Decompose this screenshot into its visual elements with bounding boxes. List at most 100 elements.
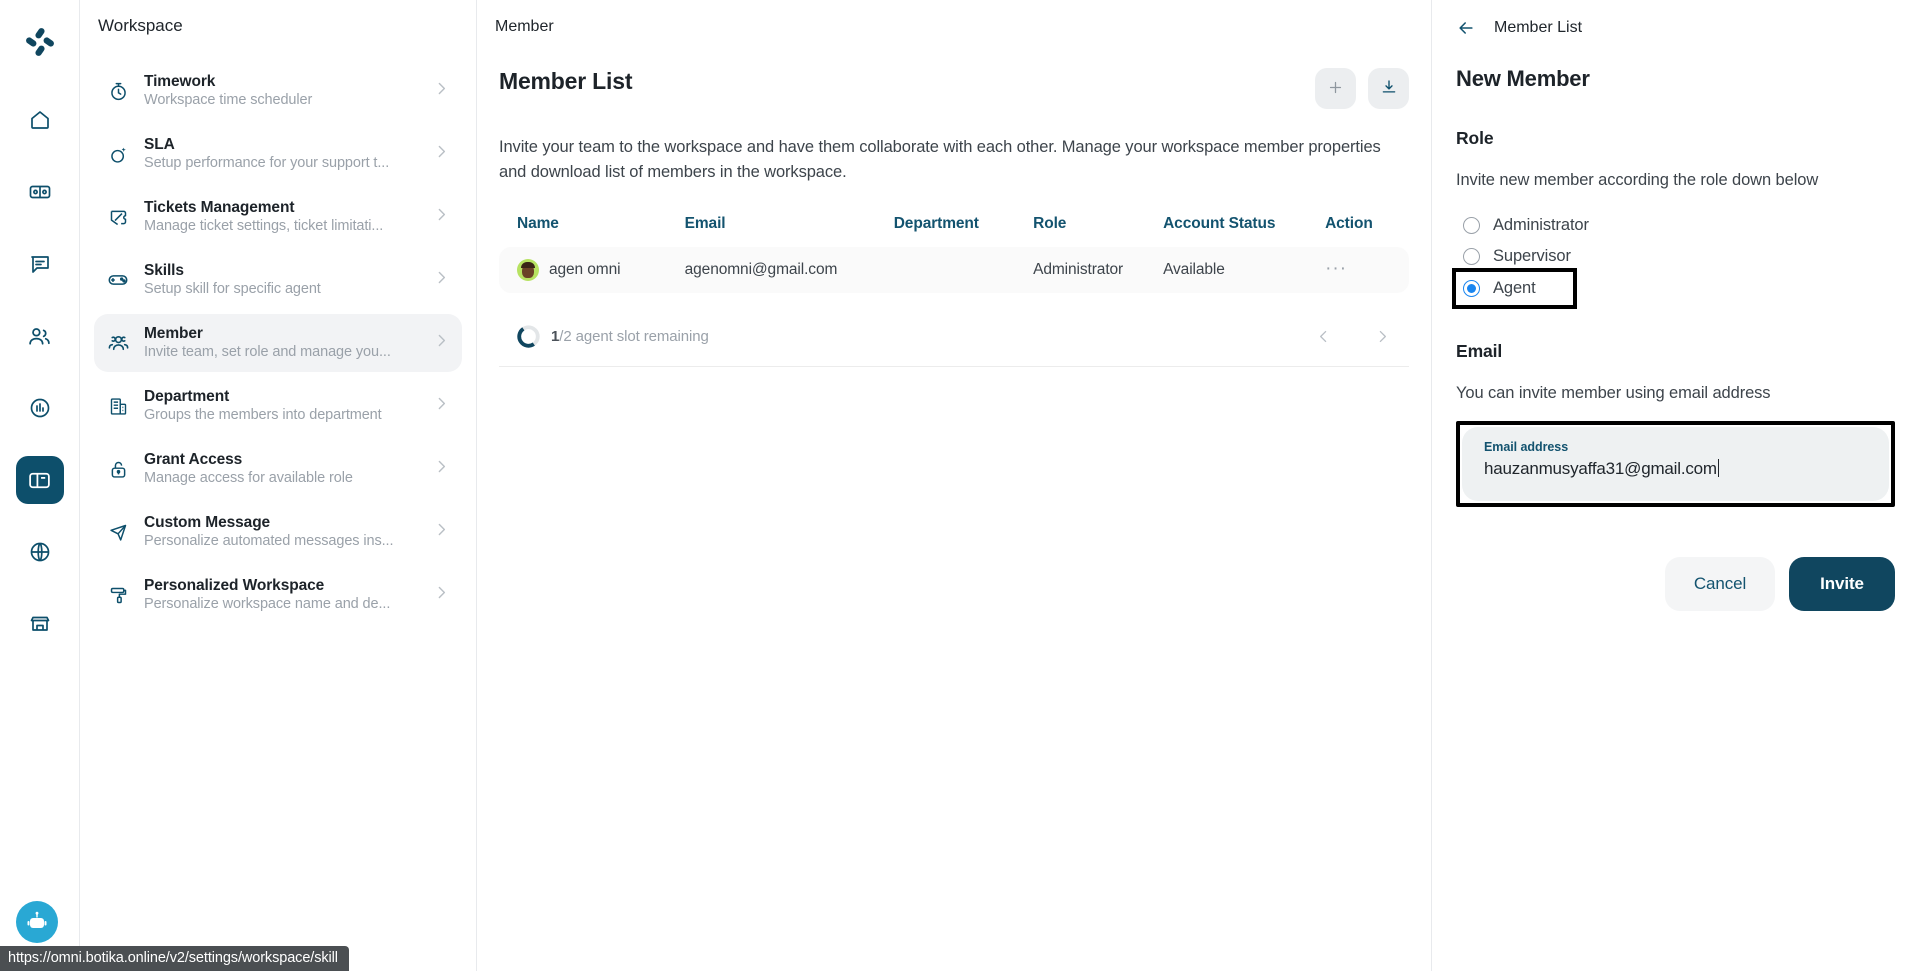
page-description: Invite your team to the workspace and ha… [499, 138, 1381, 181]
sidebar-item-sla[interactable]: SLA Setup performance for your support t… [94, 125, 462, 183]
table-row[interactable]: agen omni agenomni@gmail.com Administrat… [499, 247, 1409, 293]
email-field-label: Email address [1484, 440, 1569, 454]
role-radio-group: Administrator Supervisor Agent [1452, 210, 1895, 309]
drawer-breadcrumb: Member List [1494, 19, 1583, 36]
email-field-highlight: Email address hauzanmusyaffa31@gmail.com [1456, 421, 1895, 507]
header-actions [1315, 68, 1409, 109]
sidebar-item-label: Department [144, 388, 230, 405]
rail-item-analytics[interactable] [16, 384, 64, 432]
sidebar-item-desc: Invite team, set role and manage you... [144, 344, 391, 360]
sidebar-item-grant-access[interactable]: Grant Access Manage access for available… [94, 440, 462, 498]
cell-action: ··· [1325, 258, 1391, 279]
sidebar-item-label: Tickets Management [144, 199, 295, 216]
chevron-right-icon [433, 206, 450, 228]
send-icon [106, 520, 130, 544]
gamepad-icon [106, 268, 130, 292]
text-caret [1717, 459, 1720, 477]
chevron-right-icon [433, 332, 450, 354]
ticket-tag-icon [106, 205, 130, 229]
slot-count: 1 [551, 328, 560, 345]
chevron-right-icon [433, 584, 450, 606]
arrow-left-icon[interactable] [1456, 18, 1476, 38]
app-root: Workspace Timework Workspace time schedu… [0, 0, 1919, 971]
sidebar-item-desc: Personalize workspace name and de... [144, 596, 391, 612]
sidebar-item-skills[interactable]: Skills Setup skill for specific agent [94, 251, 462, 309]
radio-icon [1463, 217, 1480, 234]
avatar [517, 259, 539, 281]
main-panel: Member Member List Invite your team to t… [477, 0, 1432, 971]
robot-assistant-icon[interactable] [16, 901, 58, 943]
sidebar-item-desc: Manage access for available role [144, 470, 353, 486]
plus-icon [1327, 79, 1344, 99]
radio-option-supervisor[interactable]: Supervisor [1456, 241, 1574, 272]
icon-rail [0, 0, 80, 971]
sidebar-item-member[interactable]: Member Invite team, set role and manage … [94, 314, 462, 372]
chevron-right-icon [433, 458, 450, 480]
drawer-header: Member List [1456, 0, 1895, 38]
rail-item-channels[interactable] [16, 528, 64, 576]
role-section-heading: Role [1456, 128, 1494, 148]
status-bar-url: https://omni.botika.online/v2/settings/w… [0, 946, 349, 971]
email-section-hint: You can invite member using email addres… [1456, 384, 1771, 402]
slot-footer: 1/2 agent slot remaining [499, 311, 1409, 367]
cell-account-status: Available [1163, 261, 1225, 278]
sidebar-item-desc: Setup skill for specific agent [144, 281, 321, 297]
column-header-name: Name [517, 215, 559, 232]
column-header-email: Email [684, 215, 726, 232]
sidebar-item-desc: Setup performance for your support t... [144, 155, 390, 171]
rail-item-tickets[interactable] [16, 168, 64, 216]
radio-option-agent[interactable]: Agent [1452, 268, 1577, 309]
download-members-button[interactable] [1368, 68, 1409, 109]
sidebar-item-desc: Groups the members into department [144, 407, 382, 423]
role-section-hint: Invite new member according the role dow… [1456, 171, 1819, 189]
new-member-drawer: Member List New Member Role Invite new m… [1432, 0, 1919, 971]
radio-label: Agent [1493, 279, 1536, 297]
cancel-button[interactable]: Cancel [1665, 557, 1775, 611]
chevron-right-icon [433, 143, 450, 165]
rail-item-contacts[interactable] [16, 312, 64, 360]
rail-item-home[interactable] [16, 96, 64, 144]
workspace-nav-panel: Workspace Timework Workspace time schedu… [80, 0, 477, 971]
radio-label: Supervisor [1493, 247, 1571, 265]
column-header-action: Action [1325, 215, 1373, 232]
sidebar-item-label: Skills [144, 262, 184, 279]
chevron-right-icon[interactable] [1374, 328, 1391, 345]
row-more-actions-button[interactable]: ··· [1325, 258, 1347, 279]
download-icon [1380, 78, 1398, 99]
sla-icon [106, 142, 130, 166]
chevron-left-icon[interactable] [1315, 328, 1332, 345]
table-header-row: Name Email Department Role Account Statu… [499, 215, 1409, 247]
sidebar-item-personalized-workspace[interactable]: Personalized Workspace Personalize works… [94, 566, 462, 624]
sidebar-item-department[interactable]: Department Groups the members into depar… [94, 377, 462, 435]
cell-name: agen omni [517, 259, 685, 281]
member-name: agen omni [549, 261, 621, 278]
rail-item-chat[interactable] [16, 240, 64, 288]
sidebar-item-desc: Manage ticket settings, ticket limitati.… [144, 218, 384, 234]
people-icon [106, 331, 130, 355]
slot-remaining-text: 1/2 agent slot remaining [551, 328, 709, 345]
radio-icon [1463, 248, 1480, 265]
email-section-heading: Email [1456, 341, 1503, 361]
botika-logo-icon[interactable] [16, 18, 64, 66]
drawer-title: New Member [1456, 66, 1590, 91]
workspace-panel-title: Workspace [98, 16, 183, 35]
sidebar-item-label: Member [144, 325, 203, 342]
email-input-value[interactable]: hauzanmusyaffa31@gmail.com [1484, 459, 1720, 479]
sidebar-item-timework[interactable]: Timework Workspace time scheduler [94, 62, 462, 120]
chevron-right-icon [433, 521, 450, 543]
sidebar-item-desc: Personalize automated messages ins... [144, 533, 394, 549]
radio-label: Administrator [1493, 216, 1589, 234]
rail-item-marketplace[interactable] [16, 600, 64, 648]
sidebar-item-custom-message[interactable]: Custom Message Personalize automated mes… [94, 503, 462, 561]
pagination [1315, 328, 1391, 345]
rail-item-workspace[interactable] [15, 456, 64, 504]
paint-roller-icon [106, 583, 130, 607]
invite-button[interactable]: Invite [1789, 557, 1895, 611]
unlock-icon [106, 457, 130, 481]
add-member-button[interactable] [1315, 68, 1356, 109]
sidebar-item-label: Personalized Workspace [144, 577, 325, 594]
radio-option-administrator[interactable]: Administrator [1456, 210, 1589, 241]
sidebar-item-tickets-management[interactable]: Tickets Management Manage ticket setting… [94, 188, 462, 246]
email-input-wrapper[interactable]: Email address hauzanmusyaffa31@gmail.com [1462, 427, 1889, 501]
slot-progress-donut [517, 325, 540, 348]
